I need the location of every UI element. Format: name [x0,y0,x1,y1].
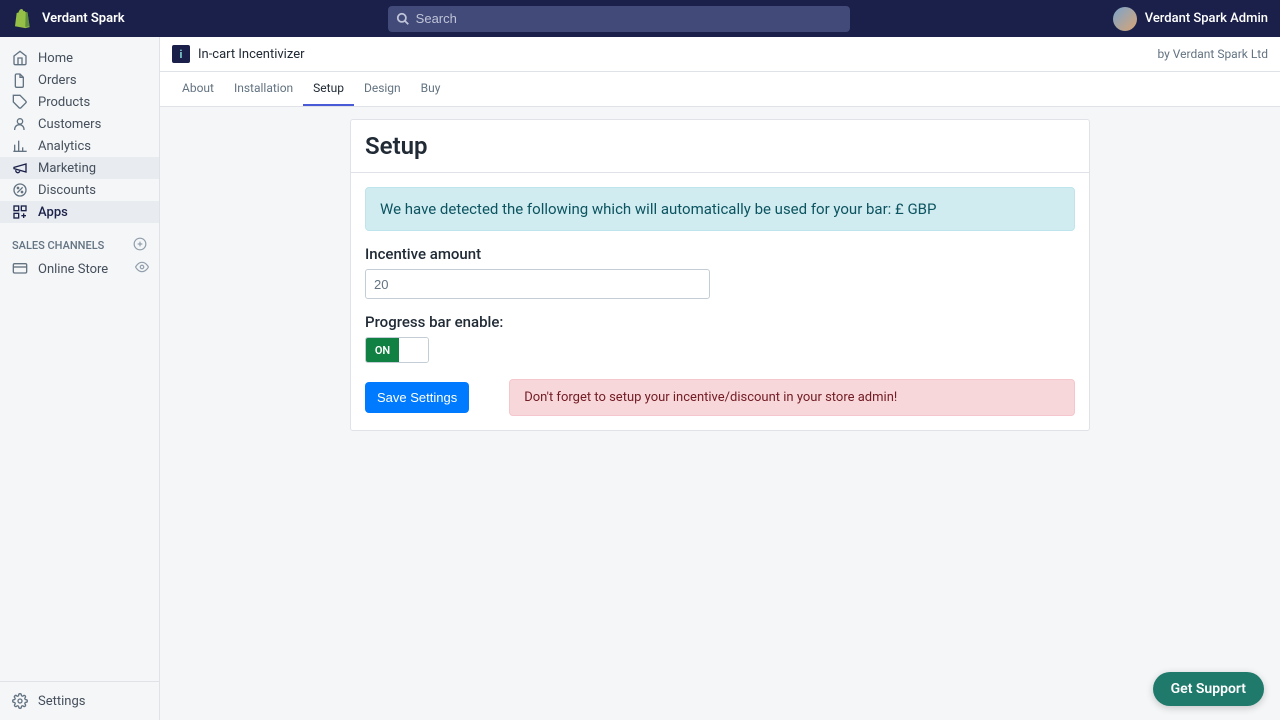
shopify-logo-icon[interactable] [12,9,32,29]
sidebar: Home Orders Products Customers Analytics… [0,37,160,720]
sidebar-item-orders[interactable]: Orders [0,69,159,91]
store-icon [12,261,28,277]
toggle-on-label: ON [366,338,399,362]
sidebar-item-marketing[interactable]: Marketing [0,157,159,179]
get-support-button[interactable]: Get Support [1153,672,1264,706]
progress-toggle[interactable]: ON [365,337,429,363]
search-input[interactable] [416,11,842,26]
incentive-amount-input[interactable] [365,269,710,299]
sidebar-item-label: Online Store [38,262,108,277]
orders-icon [12,72,28,88]
sidebar-item-online-store[interactable]: Online Store [0,258,135,280]
search-field[interactable] [388,6,850,32]
tab-setup[interactable]: Setup [303,72,354,106]
tab-buy[interactable]: Buy [411,72,451,106]
currency-info-alert: We have detected the following which wil… [365,187,1075,231]
view-store-icon[interactable] [135,260,149,278]
app-publisher: by Verdant Spark Ltd [1157,47,1268,61]
tab-design[interactable]: Design [354,72,411,106]
sidebar-item-label: Home [38,51,73,66]
tabs: About Installation Setup Design Buy [160,72,1280,107]
progress-label: Progress bar enable: [365,313,1075,331]
app-icon: i [172,45,190,63]
sidebar-item-settings[interactable]: Settings [0,682,159,720]
sidebar-item-products[interactable]: Products [0,91,159,113]
sidebar-item-label: Marketing [38,161,96,176]
save-button[interactable]: Save Settings [365,382,469,413]
sales-channels-header: SALES CHANNELS [0,223,159,258]
main-content: i In-cart Incentivizer by Verdant Spark … [160,37,1280,720]
store-name: Verdant Spark [42,11,125,26]
sidebar-item-analytics[interactable]: Analytics [0,135,159,157]
sidebar-item-label: Products [38,95,90,110]
topbar: Verdant Spark Verdant Spark Admin [0,0,1280,37]
search-icon [396,12,410,26]
avatar[interactable] [1113,7,1137,31]
sidebar-item-label: Discounts [38,183,96,198]
megaphone-icon [12,160,28,176]
toggle-off-side [399,338,428,362]
gear-icon [12,693,28,709]
tag-icon [12,94,28,110]
apps-icon [12,204,28,220]
tab-installation[interactable]: Installation [224,72,303,106]
setup-card: Setup We have detected the following whi… [350,119,1090,431]
home-icon [12,50,28,66]
sidebar-item-home[interactable]: Home [0,47,159,69]
page-title: Setup [365,132,1075,160]
sidebar-item-discounts[interactable]: Discounts [0,179,159,201]
app-name: In-cart Incentivizer [198,47,305,62]
sidebar-item-label: Analytics [38,139,91,154]
sidebar-item-customers[interactable]: Customers [0,113,159,135]
reminder-alert: Don't forget to setup your incentive/dis… [509,379,1075,416]
sidebar-item-label: Orders [38,73,77,88]
app-header: i In-cart Incentivizer by Verdant Spark … [160,37,1280,72]
sidebar-item-label: Customers [38,117,101,132]
sidebar-item-label: Apps [38,205,68,220]
user-icon [12,116,28,132]
discount-icon [12,182,28,198]
analytics-icon [12,138,28,154]
add-channel-icon[interactable] [133,237,147,254]
sidebar-item-apps[interactable]: Apps [0,201,159,223]
amount-label: Incentive amount [365,245,1075,263]
sidebar-item-label: Settings [38,694,85,709]
tab-about[interactable]: About [172,72,224,106]
admin-name[interactable]: Verdant Spark Admin [1145,11,1268,26]
